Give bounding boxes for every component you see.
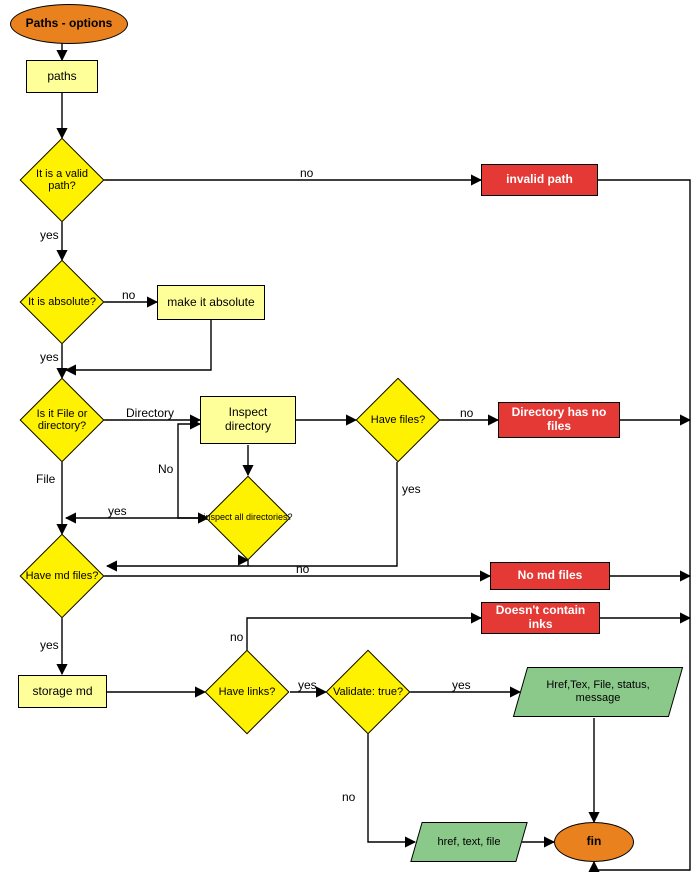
edge-havemd-yes: yes bbox=[40, 638, 59, 652]
decision-havefiles: Have files? bbox=[368, 390, 428, 450]
edge-havelinks-yes: yes bbox=[298, 678, 317, 692]
error-nolinks-label: Doesn't contain inks bbox=[490, 604, 591, 632]
edge-validate-no: no bbox=[342, 790, 355, 804]
edge-havefiles-no: no bbox=[460, 406, 473, 420]
decision-havemd: Have md files? bbox=[32, 546, 92, 606]
edge-havefiles-yes: yes bbox=[402, 482, 421, 496]
decision-havemd-label: Have md files? bbox=[18, 546, 106, 606]
edge-abs-no: no bbox=[122, 288, 135, 302]
error-nofiles: Directory has no files bbox=[498, 402, 620, 438]
decision-absolute: It is absolute? bbox=[32, 272, 92, 332]
output-basic-label: href, text, file bbox=[416, 822, 522, 862]
process-paths: paths bbox=[26, 60, 98, 93]
decision-isfile: Is it File or directory? bbox=[32, 390, 92, 450]
edge-valid-yes: yes bbox=[40, 228, 59, 242]
error-nomd: No md files bbox=[490, 562, 610, 590]
decision-absolute-label: It is absolute? bbox=[16, 272, 108, 332]
error-invalid: invalid path bbox=[481, 164, 598, 196]
decision-valid-label: It is a valid path? bbox=[16, 150, 108, 210]
output-basic: href, text, file bbox=[416, 822, 522, 862]
edge-inspectall-yes: yes bbox=[108, 504, 127, 518]
error-nofiles-label: Directory has no files bbox=[507, 406, 611, 434]
edge-havelinks-no: no bbox=[230, 630, 243, 644]
decision-inspectall-label: inspect all directories? bbox=[196, 488, 300, 548]
edge-inspectall-no: No bbox=[158, 462, 173, 476]
decision-havelinks-label: Have links? bbox=[203, 662, 291, 722]
edge-havemd-no: no bbox=[296, 562, 309, 576]
decision-valid: It is a valid path? bbox=[32, 150, 92, 210]
terminator-fin: fin bbox=[554, 822, 634, 862]
error-invalid-label: invalid path bbox=[506, 173, 573, 187]
error-nolinks: Doesn't contain inks bbox=[481, 602, 600, 634]
decision-validate-label: Validate: true? bbox=[324, 662, 412, 722]
edge-valid-no: no bbox=[300, 166, 313, 180]
terminator-start: Paths - options bbox=[10, 4, 128, 44]
edge-abs-yes: yes bbox=[40, 350, 59, 364]
subprocess-inspect: Inspect directory bbox=[200, 396, 296, 444]
decision-validate: Validate: true? bbox=[338, 662, 398, 722]
process-paths-label: paths bbox=[47, 70, 76, 84]
terminator-fin-label: fin bbox=[587, 835, 602, 849]
terminator-start-label: Paths - options bbox=[26, 17, 113, 31]
decision-inspectall: inspect all directories? bbox=[218, 488, 278, 548]
subprocess-inspect-label: Inspect directory bbox=[209, 406, 287, 434]
process-makeabs: make it absolute bbox=[157, 285, 265, 320]
edge-isfile-dir: Directory bbox=[126, 406, 174, 420]
output-full-label: Href,Tex, File, status, message bbox=[520, 667, 676, 717]
edge-validate-yes: yes bbox=[452, 678, 471, 692]
output-full: Href,Tex, File, status, message bbox=[520, 667, 676, 717]
process-makeabs-label: make it absolute bbox=[167, 296, 254, 310]
decision-isfile-label: Is it File or directory? bbox=[16, 390, 108, 450]
decision-havefiles-label: Have files? bbox=[354, 390, 442, 450]
error-nomd-label: No md files bbox=[518, 569, 583, 583]
process-storage: storage md bbox=[18, 675, 107, 708]
edge-isfile-file: File bbox=[36, 472, 55, 486]
decision-havelinks: Have links? bbox=[217, 662, 277, 722]
process-storage-label: storage md bbox=[32, 685, 92, 699]
